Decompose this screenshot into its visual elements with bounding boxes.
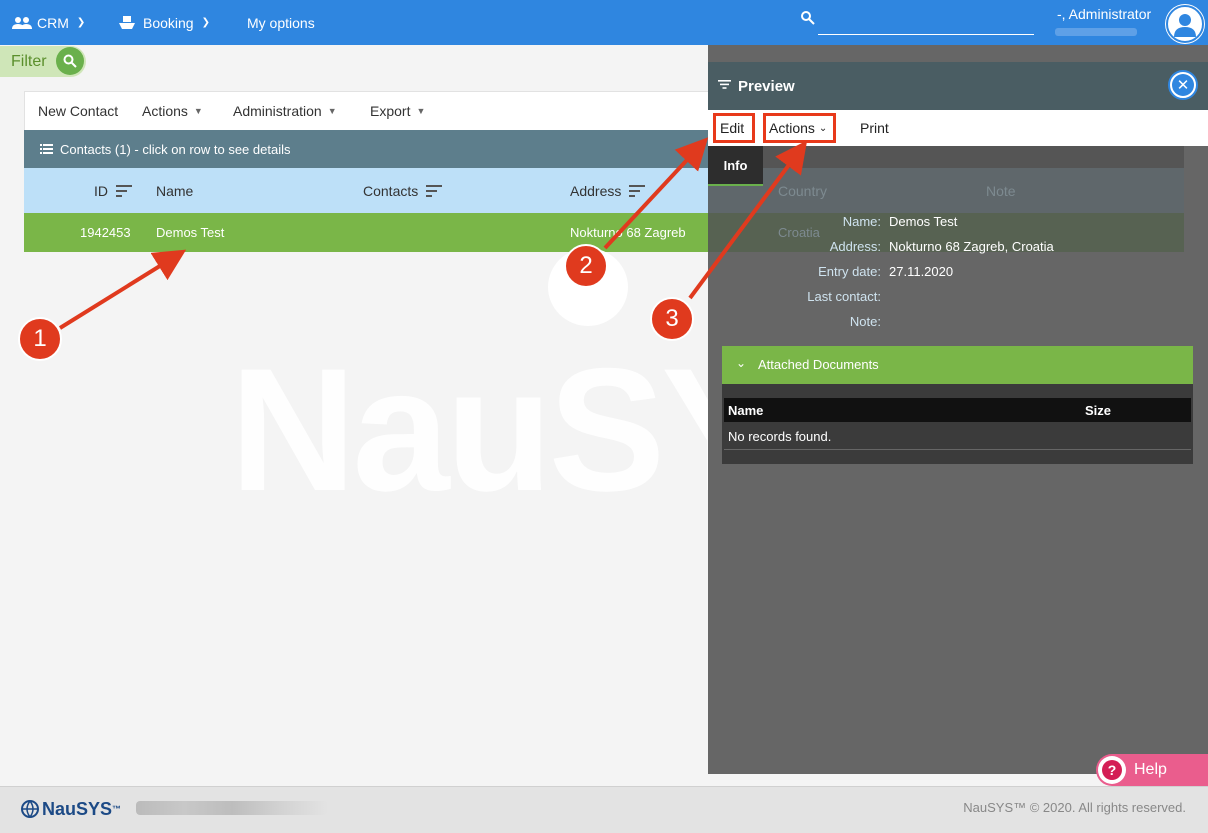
annotation-arrow-2	[603, 137, 709, 250]
annotation-arrow-1	[58, 249, 187, 330]
annotation-badge-1: 1	[18, 317, 62, 361]
annotation-badge-2: 2	[564, 244, 608, 288]
annotation-arrows	[58, 137, 808, 330]
annotation-badge-3: 3	[650, 297, 694, 341]
annotation-arrow-3	[688, 140, 808, 300]
